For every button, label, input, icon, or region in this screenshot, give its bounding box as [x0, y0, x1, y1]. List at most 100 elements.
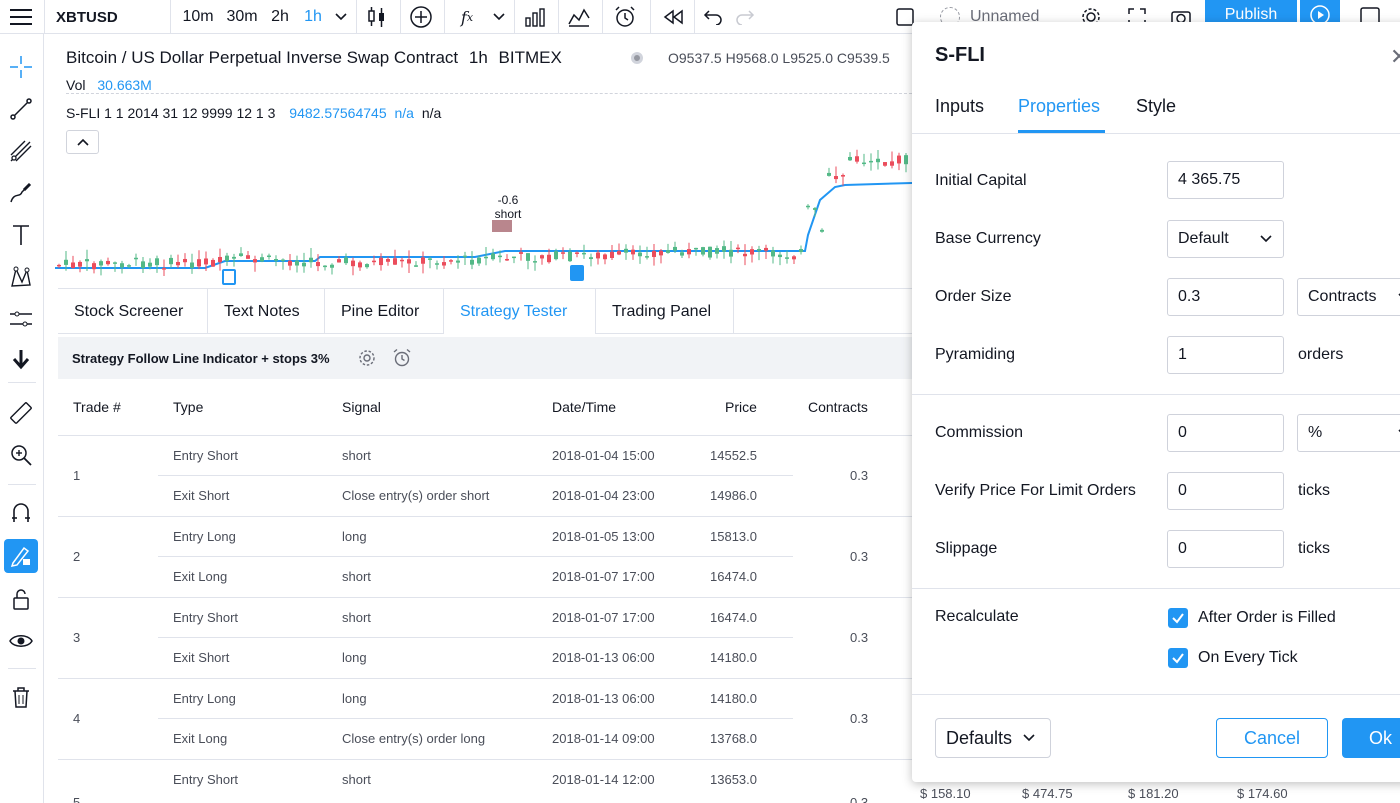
candle-body: [169, 257, 173, 265]
trade-entry-signal: long: [342, 529, 367, 544]
candle-body: [372, 260, 376, 263]
symbol-search-button[interactable]: XBTUSD: [56, 0, 156, 34]
candle-body: [281, 259, 285, 262]
trade-exit-signal: Close entry(s) order long: [342, 731, 486, 746]
table-row[interactable]: 1 Entry Short short 2018-01-04 15:00 145…: [58, 435, 912, 517]
zoom-in-icon[interactable]: [4, 438, 38, 472]
candle-body: [232, 256, 236, 259]
indicators-dropdown-chevron-icon[interactable]: [490, 0, 508, 34]
candles-style-icon[interactable]: [360, 0, 394, 34]
strategy-alert-clock-icon[interactable]: [392, 348, 412, 368]
undo-icon[interactable]: [698, 0, 728, 34]
ok-button[interactable]: Ok: [1342, 718, 1400, 758]
candle-body: [848, 156, 852, 161]
ruler-measure-icon[interactable]: [4, 396, 38, 430]
tab-pine-editor[interactable]: Pine Editor: [325, 289, 444, 334]
replay-rewind-icon[interactable]: [656, 0, 690, 34]
financials-bar-chart-icon[interactable]: [518, 0, 552, 34]
candle-body: [827, 172, 831, 176]
tab-text-notes[interactable]: Text Notes: [208, 289, 325, 334]
candle-body: [442, 262, 446, 266]
compare-add-symbol-icon[interactable]: [404, 0, 438, 34]
order-size-input[interactable]: 0.3: [1167, 278, 1284, 316]
initial-capital-input[interactable]: 4 365.75: [1167, 161, 1284, 199]
candle-body: [750, 249, 754, 255]
chevron-down-icon: [1023, 734, 1035, 742]
candle-body: [309, 257, 313, 263]
interval-dropdown-chevron-icon[interactable]: [332, 0, 350, 34]
lock-drawings-icon[interactable]: [4, 582, 38, 616]
table-row[interactable]: 2 Entry Long long 2018-01-05 13:00 15813…: [58, 516, 912, 598]
table-row[interactable]: 5 Entry Short short 2018-01-14 12:00 136…: [58, 759, 912, 803]
trade-entry-type: Entry Long: [173, 691, 236, 706]
candle-body: [743, 253, 747, 257]
tab-strategy-tester[interactable]: Strategy Tester: [444, 289, 596, 334]
pattern-xabcd-icon[interactable]: [4, 260, 38, 294]
close-icon[interactable]: ✕: [1390, 44, 1400, 70]
magnet-icon[interactable]: [4, 496, 38, 530]
verify-price-input[interactable]: 0: [1167, 472, 1284, 510]
verify-price-suffix: ticks: [1298, 482, 1330, 499]
brush-icon[interactable]: [4, 176, 38, 210]
defaults-dropdown-button[interactable]: Defaults: [935, 718, 1051, 758]
indicators-fx-icon[interactable]: fx: [452, 0, 482, 34]
interval-30m-button[interactable]: 30m: [222, 0, 262, 34]
candle-body: [78, 261, 82, 267]
candle-body: [428, 258, 432, 260]
pitchfork-icon[interactable]: [4, 134, 38, 168]
candle-body: [127, 265, 131, 267]
candle-body: [624, 248, 628, 253]
interval-10m-button[interactable]: 10m: [178, 0, 218, 34]
interval-1h-button[interactable]: 1h: [298, 0, 328, 34]
candle-body: [631, 249, 635, 255]
prediction-measure-icon[interactable]: [4, 302, 38, 336]
candle-body: [92, 263, 96, 270]
tab-trading-panel[interactable]: Trading Panel: [596, 289, 734, 334]
candle-body: [701, 247, 705, 255]
after-order-filled-checkbox[interactable]: [1168, 608, 1188, 628]
commission-unit-select[interactable]: %: [1297, 414, 1400, 452]
short-entry-marker: [492, 220, 512, 232]
crosshair-icon[interactable]: [4, 50, 38, 84]
stay-in-drawing-mode-icon[interactable]: [4, 539, 38, 573]
checkmark-icon: [1172, 613, 1184, 624]
trade-number: 3: [73, 630, 81, 645]
eye-visibility-icon[interactable]: [4, 624, 38, 658]
trade-marker-value: -0.6: [497, 193, 519, 207]
candle-body: [351, 260, 355, 267]
hamburger-menu-icon[interactable]: [4, 0, 38, 34]
candle-body: [491, 253, 495, 260]
tab-style[interactable]: Style: [1136, 96, 1176, 117]
candle-body: [876, 158, 880, 163]
table-row[interactable]: 4 Entry Long long 2018-01-13 06:00 14180…: [58, 678, 912, 760]
interval-2h-button[interactable]: 2h: [264, 0, 296, 34]
alert-clock-icon[interactable]: [608, 0, 642, 34]
strategy-settings-gear-icon[interactable]: [358, 349, 376, 367]
arrow-down-icon[interactable]: [4, 342, 38, 376]
base-currency-select[interactable]: Default: [1167, 220, 1284, 258]
after-order-filled-label[interactable]: After Order is Filled: [1198, 609, 1336, 627]
order-size-unit-select[interactable]: Contracts: [1297, 278, 1400, 316]
redo-icon[interactable]: [730, 0, 760, 34]
on-every-tick-label[interactable]: On Every Tick: [1198, 649, 1298, 667]
pyramiding-input[interactable]: 1: [1167, 336, 1284, 374]
price-chart[interactable]: Bitcoin / US Dollar Perpetual Inverse Sw…: [45, 35, 912, 288]
trash-icon[interactable]: [4, 680, 38, 714]
chevron-down-icon: [1260, 235, 1272, 243]
bottom-panel-tabs: Stock Screener Text Notes Pine Editor St…: [58, 288, 912, 334]
cancel-button[interactable]: Cancel: [1216, 718, 1328, 758]
pyramiding-suffix: orders: [1298, 346, 1344, 363]
text-tool-icon[interactable]: [4, 218, 38, 252]
trend-line-icon[interactable]: [4, 92, 38, 126]
slippage-input[interactable]: 0: [1167, 530, 1284, 568]
tab-properties[interactable]: Properties: [1018, 96, 1100, 117]
tab-stock-screener[interactable]: Stock Screener: [58, 289, 208, 334]
candle-body: [736, 247, 740, 250]
candle-body: [400, 259, 404, 262]
candle-body: [764, 247, 768, 251]
commission-input[interactable]: 0: [1167, 414, 1284, 452]
table-row[interactable]: 3 Entry Short short 2018-01-07 17:00 164…: [58, 597, 912, 679]
templates-chart-icon[interactable]: [562, 0, 596, 34]
on-every-tick-checkbox[interactable]: [1168, 648, 1188, 668]
tab-inputs[interactable]: Inputs: [935, 96, 984, 117]
